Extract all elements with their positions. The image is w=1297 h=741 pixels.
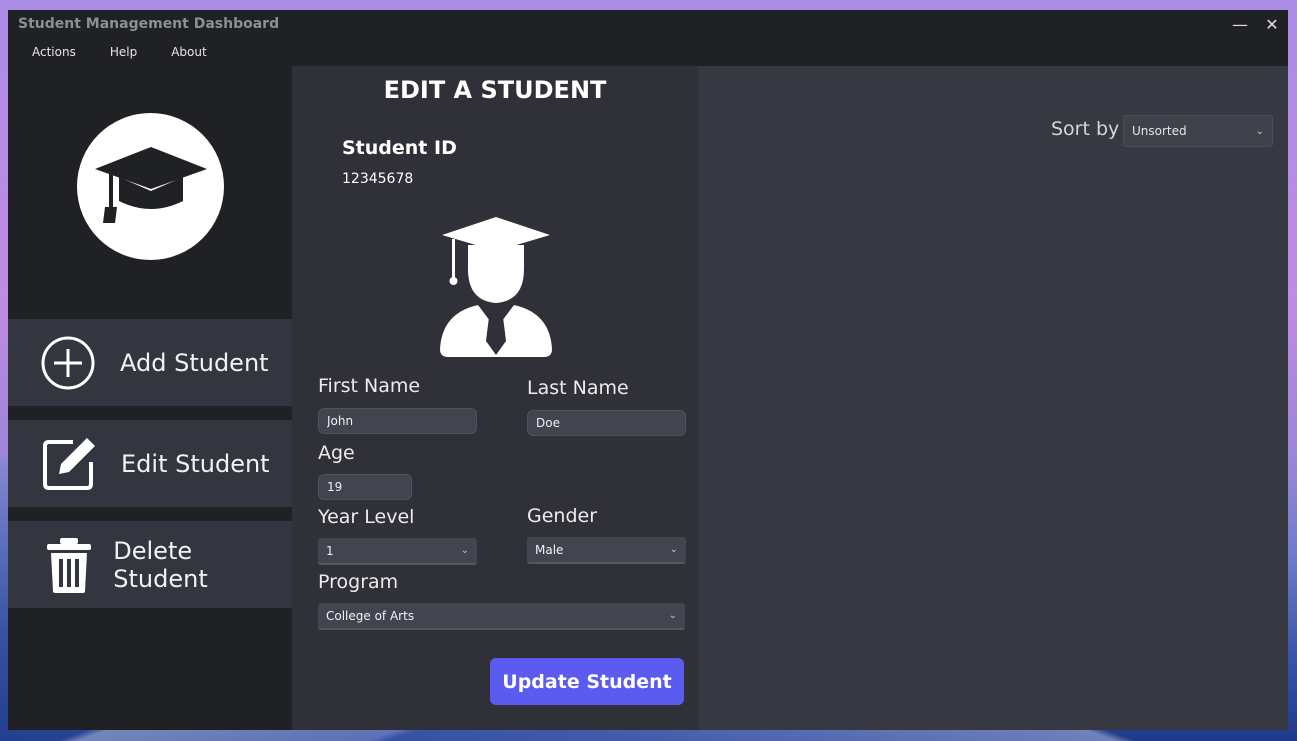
- window-controls: — ✕: [1224, 10, 1288, 38]
- age-label: Age: [318, 442, 355, 464]
- close-button[interactable]: ✕: [1256, 10, 1288, 38]
- minimize-button[interactable]: —: [1224, 10, 1256, 38]
- nav-edit-student[interactable]: Edit Student: [8, 420, 292, 507]
- nav-delete-student[interactable]: Delete Student: [8, 521, 292, 608]
- program-select[interactable]: College of Arts ⌄: [318, 603, 685, 630]
- menu-item-about[interactable]: About: [171, 45, 206, 59]
- age-field[interactable]: [318, 474, 412, 500]
- year-level-label: Year Level: [318, 506, 415, 528]
- chevron-down-icon: ⌄: [1255, 125, 1264, 137]
- nav-edit-student-label: Edit Student: [121, 449, 270, 478]
- student-id-label: Student ID: [342, 137, 457, 159]
- nav-add-student-label: Add Student: [120, 348, 269, 377]
- form-title: EDIT A STUDENT: [383, 76, 607, 104]
- app-window: Student Management Dashboard — ✕ Actions…: [8, 10, 1288, 730]
- first-name-label: First Name: [318, 375, 421, 397]
- update-student-button[interactable]: Update Student: [490, 658, 684, 705]
- chevron-down-icon: ⌄: [669, 544, 678, 555]
- program-value: College of Arts: [326, 608, 415, 623]
- sidebar: Add Student Edit Student Delete Student: [8, 66, 292, 730]
- app-logo: [77, 113, 224, 260]
- year-level-value: 1: [326, 543, 334, 558]
- year-level-select[interactable]: 1 ⌄: [318, 538, 477, 565]
- student-id-value: 12345678: [342, 171, 414, 187]
- first-name-field[interactable]: [318, 408, 477, 434]
- chevron-down-icon: ⌄: [460, 545, 469, 556]
- nav-add-student[interactable]: Add Student: [8, 319, 292, 406]
- gender-label: Gender: [527, 505, 598, 527]
- sort-by-value: Unsorted: [1132, 124, 1187, 138]
- chevron-down-icon: ⌄: [668, 610, 677, 621]
- trash-icon: [39, 535, 98, 595]
- student-list-panel: Sort by Unsorted ⌄: [698, 66, 1288, 730]
- sort-by-select[interactable]: Unsorted ⌄: [1123, 115, 1273, 147]
- edit-student-form: EDIT A STUDENT Student ID 12345678 First…: [292, 66, 698, 730]
- edit-icon: [39, 434, 99, 494]
- sort-by-label: Sort by: [1051, 118, 1120, 140]
- program-label: Program: [318, 571, 399, 593]
- plus-circle-icon: [38, 333, 98, 393]
- student-avatar-icon: [440, 217, 552, 357]
- last-name-field[interactable]: [527, 410, 686, 436]
- gender-value: Male: [535, 542, 564, 557]
- gender-select[interactable]: Male ⌄: [527, 537, 686, 564]
- title-bar[interactable]: Student Management Dashboard — ✕: [8, 10, 1288, 38]
- main-content: Add Student Edit Student Delete Student …: [8, 66, 1288, 730]
- last-name-label: Last Name: [527, 377, 629, 399]
- nav-delete-student-label: Delete Student: [113, 536, 208, 593]
- menu-bar: Actions Help About: [8, 38, 1288, 66]
- menu-item-help[interactable]: Help: [110, 45, 137, 59]
- graduation-cap-icon: [94, 146, 207, 223]
- window-title: Student Management Dashboard: [18, 16, 280, 32]
- menu-item-actions[interactable]: Actions: [32, 45, 76, 59]
